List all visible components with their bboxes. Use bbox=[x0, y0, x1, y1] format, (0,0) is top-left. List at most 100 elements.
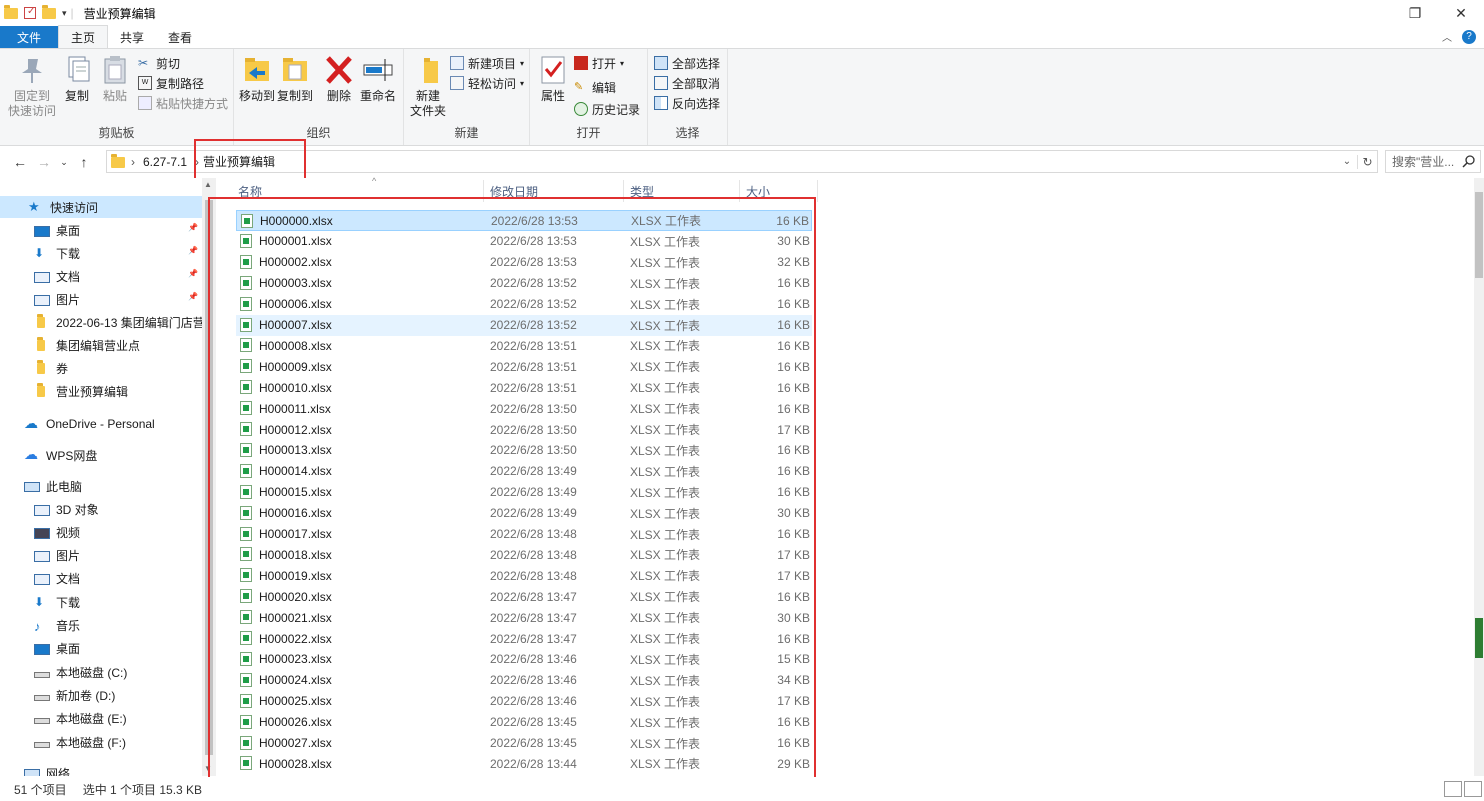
search-box[interactable]: 搜索"营业... bbox=[1385, 150, 1481, 173]
nav-onedrive[interactable]: ☁ OneDrive - Personal bbox=[0, 413, 202, 435]
pin-icon[interactable]: 📌 bbox=[188, 292, 198, 301]
column-header-date[interactable]: 修改日期 bbox=[484, 180, 624, 202]
collapse-ribbon-icon[interactable]: ︿ bbox=[1442, 29, 1452, 44]
nav-pc-item[interactable]: 本地磁盘 (F:) bbox=[0, 731, 202, 753]
breadcrumb-current[interactable]: 营业预算编辑 bbox=[201, 153, 281, 170]
move-to-button[interactable]: 移动到 bbox=[238, 53, 276, 104]
column-header-name[interactable]: 名称 ^ bbox=[232, 176, 484, 202]
nav-quick-item[interactable]: 券 bbox=[0, 357, 202, 379]
file-row[interactable]: H000020.xlsx 2022/6/28 13:47 XLSX 工作表 16 KB bbox=[236, 586, 812, 607]
nav-pc-item[interactable]: 本地磁盘 (E:) bbox=[0, 708, 202, 730]
file-row[interactable]: H000023.xlsx 2022/6/28 13:46 XLSX 工作表 15 KB bbox=[236, 649, 812, 670]
file-row[interactable]: H000025.xlsx 2022/6/28 13:46 XLSX 工作表 17 KB bbox=[236, 691, 812, 712]
tab-file[interactable]: 文件 bbox=[0, 26, 58, 48]
properties-button[interactable]: 属性 bbox=[536, 53, 570, 104]
file-row[interactable]: H000009.xlsx 2022/6/28 13:51 XLSX 工作表 16 KB bbox=[236, 356, 812, 377]
file-row[interactable]: H000010.xlsx 2022/6/28 13:51 XLSX 工作表 16 KB bbox=[236, 377, 812, 398]
maximize-button[interactable]: ❐ bbox=[1392, 0, 1438, 26]
nav-quick-item[interactable]: 营业预算编辑 bbox=[0, 380, 202, 402]
file-row[interactable]: H000001.xlsx 2022/6/28 13:53 XLSX 工作表 30 KB bbox=[236, 231, 812, 252]
nav-network[interactable]: 网络 bbox=[0, 762, 202, 776]
nav-quick-item[interactable]: 图片 📌 bbox=[0, 288, 202, 310]
easy-access-button[interactable]: 轻松访问 ▾ bbox=[450, 73, 524, 93]
file-row[interactable]: H000000.xlsx 2022/6/28 13:53 XLSX 工作表 16 KB bbox=[236, 210, 812, 231]
nav-scroll-thumb[interactable] bbox=[205, 200, 213, 755]
file-row[interactable]: H000002.xlsx 2022/6/28 13:53 XLSX 工作表 32 KB bbox=[236, 252, 812, 273]
file-row[interactable]: H000012.xlsx 2022/6/28 13:50 XLSX 工作表 17 KB bbox=[236, 419, 812, 440]
help-icon[interactable]: ? bbox=[1462, 29, 1476, 44]
copy-path-button[interactable]: W 复制路径 bbox=[138, 73, 204, 93]
address-bar[interactable]: › 6.27-7.1 › 营业预算编辑 ⌄ ↻ bbox=[106, 150, 1378, 173]
cut-button[interactable]: ✂ 剪切 bbox=[138, 53, 180, 73]
file-row[interactable]: H000027.xlsx 2022/6/28 13:45 XLSX 工作表 16 KB bbox=[236, 733, 812, 754]
nav-quick-item[interactable]: 2022-06-13 集团编辑门店营 bbox=[0, 311, 202, 333]
column-header-type[interactable]: 类型 bbox=[624, 180, 740, 202]
nav-quick-item[interactable]: 桌面 📌 bbox=[0, 219, 202, 241]
breadcrumb-separator-icon[interactable]: › bbox=[125, 155, 141, 169]
select-none-button[interactable]: 全部取消 bbox=[654, 73, 720, 93]
nav-scrollbar[interactable]: ▲ ▼ bbox=[202, 178, 216, 776]
tab-view[interactable]: 查看 bbox=[156, 26, 204, 48]
close-button[interactable]: ✕ bbox=[1438, 0, 1484, 26]
file-row[interactable]: H000014.xlsx 2022/6/28 13:49 XLSX 工作表 16 KB bbox=[236, 461, 812, 482]
file-row[interactable]: H000028.xlsx 2022/6/28 13:44 XLSX 工作表 29 KB bbox=[236, 753, 812, 774]
invert-selection-button[interactable]: 反向选择 bbox=[654, 93, 720, 113]
file-row[interactable]: H000017.xlsx 2022/6/28 13:48 XLSX 工作表 16 KB bbox=[236, 524, 812, 545]
file-row[interactable]: H000018.xlsx 2022/6/28 13:48 XLSX 工作表 17 KB bbox=[236, 544, 812, 565]
nav-scroll-up-icon[interactable]: ▲ bbox=[204, 180, 212, 189]
file-row[interactable]: H000019.xlsx 2022/6/28 13:48 XLSX 工作表 17 KB bbox=[236, 565, 812, 586]
select-all-button[interactable]: 全部选择 bbox=[654, 53, 720, 73]
nav-quick-item[interactable]: 文档 📌 bbox=[0, 265, 202, 287]
tab-share[interactable]: 共享 bbox=[108, 26, 156, 48]
nav-this-pc[interactable]: 此电脑 bbox=[0, 475, 202, 497]
file-row[interactable]: H000024.xlsx 2022/6/28 13:46 XLSX 工作表 34 KB bbox=[236, 670, 812, 691]
nav-quick-item[interactable]: 集团编辑营业点 bbox=[0, 334, 202, 356]
nav-quick-item[interactable]: ⬇ 下载 📌 bbox=[0, 242, 202, 264]
file-row[interactable]: H000011.xlsx 2022/6/28 13:50 XLSX 工作表 16 KB bbox=[236, 398, 812, 419]
nav-scroll-down-icon[interactable]: ▼ bbox=[204, 764, 212, 773]
address-dropdown-chevron-icon[interactable]: ⌄ bbox=[1337, 156, 1357, 167]
file-row[interactable]: H000016.xlsx 2022/6/28 13:49 XLSX 工作表 30 KB bbox=[236, 503, 812, 524]
new-folder-icon[interactable] bbox=[42, 5, 56, 20]
details-view-icon[interactable] bbox=[1444, 781, 1462, 797]
nav-pc-item[interactable]: 文档 bbox=[0, 568, 202, 590]
nav-quick-access[interactable]: ★ 快速访问 bbox=[0, 196, 202, 218]
file-row[interactable]: H000013.xlsx 2022/6/28 13:50 XLSX 工作表 16 KB bbox=[236, 440, 812, 461]
search-icon[interactable] bbox=[1462, 154, 1476, 171]
nav-pc-item[interactable]: 桌面 bbox=[0, 638, 202, 660]
delete-button[interactable]: 删除 bbox=[324, 53, 354, 104]
nav-pc-item[interactable]: 视频 bbox=[0, 521, 202, 543]
history-button[interactable]: 历史记录 bbox=[574, 99, 640, 119]
breadcrumb-parent[interactable]: 6.27-7.1 bbox=[141, 155, 193, 169]
pin-icon[interactable]: 📌 bbox=[188, 269, 198, 278]
nav-pc-item[interactable]: 3D 对象 bbox=[0, 498, 202, 520]
copy-to-button[interactable]: 复制到 bbox=[276, 53, 314, 104]
nav-wps[interactable]: ☁ WPS网盘 bbox=[0, 444, 202, 466]
up-arrow-icon[interactable]: ↑ bbox=[72, 154, 96, 170]
nav-pc-item[interactable]: ⬇ 下载 bbox=[0, 591, 202, 613]
edit-button[interactable]: ✎ 编辑 bbox=[574, 77, 616, 97]
file-list-scroll-thumb[interactable] bbox=[1475, 192, 1483, 278]
file-row[interactable]: H000007.xlsx 2022/6/28 13:52 XLSX 工作表 16 KB bbox=[236, 314, 812, 336]
paste-shortcut-button[interactable]: 粘贴快捷方式 bbox=[138, 93, 228, 113]
file-row[interactable]: H000008.xlsx 2022/6/28 13:51 XLSX 工作表 16 KB bbox=[236, 335, 812, 356]
nav-pc-item[interactable]: 图片 bbox=[0, 545, 202, 567]
refresh-icon[interactable]: ↻ bbox=[1357, 154, 1377, 169]
pin-quick-access-button[interactable]: 固定到 快速访问 bbox=[6, 53, 58, 119]
nav-pc-item[interactable]: ♪ 音乐 bbox=[0, 615, 202, 637]
customize-toolbar-chevron-icon[interactable]: ▾ bbox=[62, 8, 67, 19]
breadcrumb-separator-icon[interactable]: › bbox=[193, 155, 201, 169]
recent-locations-chevron-icon[interactable]: ⌄ bbox=[56, 157, 72, 168]
file-row[interactable]: H000021.xlsx 2022/6/28 13:47 XLSX 工作表 30 KB bbox=[236, 607, 812, 628]
file-row[interactable]: H000015.xlsx 2022/6/28 13:49 XLSX 工作表 16 KB bbox=[236, 482, 812, 503]
nav-pc-item[interactable]: 新加卷 (D:) bbox=[0, 684, 202, 706]
file-row[interactable]: H000003.xlsx 2022/6/28 13:52 XLSX 工作表 16 KB bbox=[236, 273, 812, 294]
file-list-scrollbar[interactable] bbox=[1474, 178, 1484, 776]
file-row[interactable]: H000026.xlsx 2022/6/28 13:45 XLSX 工作表 16 KB bbox=[236, 712, 812, 733]
pin-icon[interactable]: 📌 bbox=[188, 246, 198, 255]
tab-home[interactable]: 主页 bbox=[58, 25, 109, 48]
file-row[interactable]: H000006.xlsx 2022/6/28 13:52 XLSX 工作表 16 KB bbox=[236, 294, 812, 315]
nav-pc-item[interactable]: 本地磁盘 (C:) bbox=[0, 661, 202, 683]
back-arrow-icon[interactable]: ← bbox=[8, 154, 32, 170]
paste-button[interactable]: 粘贴 bbox=[100, 53, 130, 104]
